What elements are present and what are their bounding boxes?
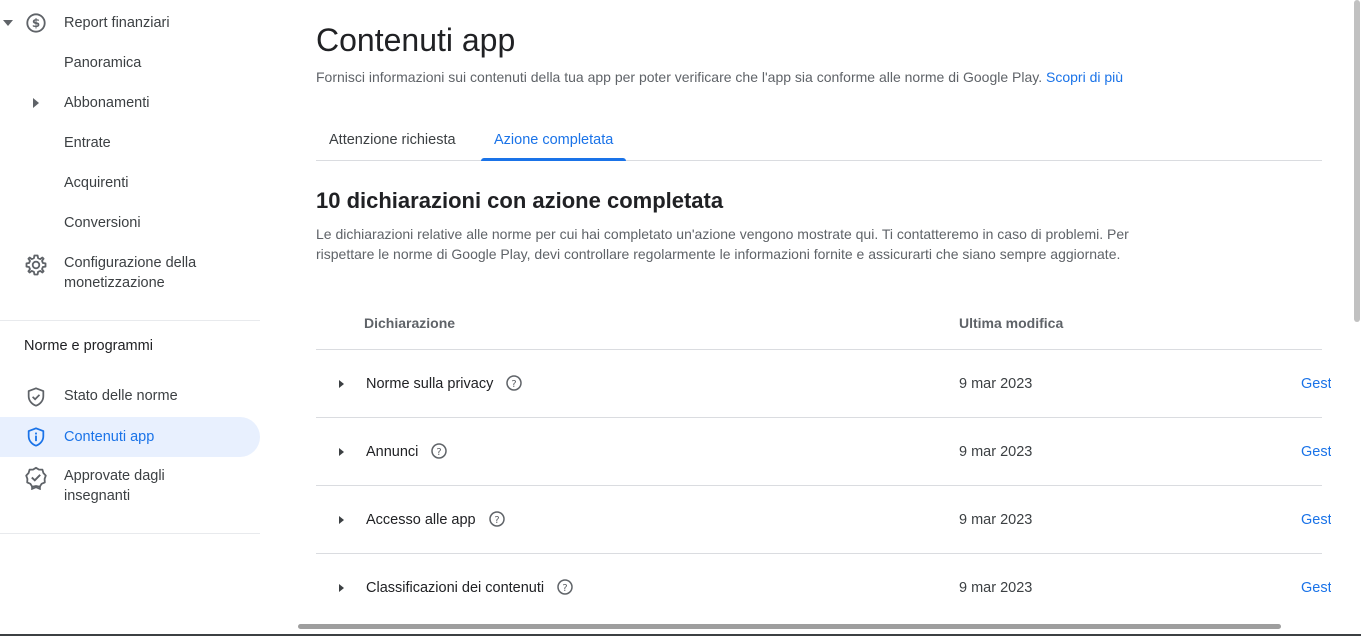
declaration-label: Annunci	[366, 444, 419, 460]
tab-action-completed[interactable]: Azione completata	[481, 120, 627, 161]
sidebar-item-teacher-approved[interactable]: Approvate dagli insegnanti	[0, 466, 260, 506]
sidebar-item-label: Conversioni	[64, 215, 141, 231]
table-row[interactable]: Accesso alle app ? 9 mar 2023 Gestisci	[316, 486, 1331, 554]
vertical-scrollbar-thumb[interactable]	[1354, 0, 1360, 322]
help-icon[interactable]: ?	[556, 578, 574, 596]
page-subtitle: Fornisci informazioni sui contenuti dell…	[316, 67, 1123, 87]
declaration-name: Annunci ?	[366, 442, 448, 462]
horizontal-scrollbar-thumb[interactable]	[298, 624, 1281, 629]
sidebar-item-label: Panoramica	[64, 55, 142, 71]
manage-link[interactable]: Gestisci	[1301, 374, 1331, 394]
help-icon[interactable]: ?	[430, 442, 448, 460]
label-line: monetizzazione	[64, 275, 165, 291]
svg-text:?: ?	[437, 447, 442, 458]
sidebar-item-label: Stato delle norme	[64, 388, 178, 404]
shield-check-icon	[24, 385, 48, 409]
svg-text:$: $	[32, 16, 40, 30]
help-icon[interactable]: ?	[488, 510, 506, 528]
expand-arrow-icon[interactable]	[334, 442, 350, 462]
shield-info-icon	[24, 425, 48, 449]
section-description: Le dichiarazioni relative alle norme per…	[316, 224, 1176, 264]
column-header-declaration[interactable]: Dichiarazione	[364, 313, 455, 333]
page-title: Contenuti app	[316, 22, 516, 58]
table-row[interactable]: Norme sulla privacy ? 9 mar 2023 Gestisc…	[316, 350, 1331, 418]
manage-link[interactable]: Gestisci	[1301, 442, 1331, 462]
sidebar-item-buyers[interactable]: Acquirenti	[0, 173, 260, 193]
declaration-name: Accesso alle app ?	[366, 510, 506, 530]
manage-link[interactable]: Gestisci	[1301, 578, 1331, 598]
declaration-name: Classificazioni dei contenuti ?	[366, 578, 574, 598]
sidebar: $ Report finanziari Panoramica Abbonamen…	[0, 0, 260, 636]
declarations-table: Dichiarazione Ultima modifica Norme sull…	[316, 296, 1331, 622]
sidebar-item-subscriptions[interactable]: Abbonamenti	[0, 93, 260, 113]
description-line: Le dichiarazioni relative alle norme per…	[316, 226, 1129, 242]
expand-arrow-icon[interactable]	[334, 578, 350, 598]
badge-check-icon	[24, 466, 48, 490]
table-header: Dichiarazione Ultima modifica	[316, 296, 1322, 350]
sidebar-item-label: Approvate dagli insegnanti	[64, 466, 165, 506]
gear-icon	[24, 253, 48, 277]
sidebar-item-label: Contenuti app	[64, 429, 155, 445]
vertical-scrollbar[interactable]	[1353, 0, 1361, 636]
sidebar-divider	[0, 320, 260, 321]
sidebar-divider	[0, 533, 260, 534]
sidebar-item-overview[interactable]: Panoramica	[0, 53, 260, 73]
help-icon[interactable]: ?	[505, 374, 523, 392]
chevron-down-icon[interactable]	[3, 18, 13, 28]
declaration-name: Norme sulla privacy ?	[366, 374, 523, 394]
sidebar-item-label: Entrate	[64, 135, 111, 151]
label-line: Configurazione della	[64, 255, 197, 271]
tab-attention-required[interactable]: Attenzione richiesta	[316, 120, 469, 160]
table-row[interactable]: Classificazioni dei contenuti ? 9 mar 20…	[316, 554, 1331, 622]
description-line: rispettare le norme di Google Play, devi…	[316, 246, 1121, 262]
expand-arrow-icon[interactable]	[334, 374, 350, 394]
declaration-label: Norme sulla privacy	[366, 376, 494, 392]
tab-bar: Attenzione richiesta Azione completata	[316, 120, 1322, 161]
column-header-last-modified[interactable]: Ultima modifica	[959, 313, 1063, 333]
sidebar-item-conversions[interactable]: Conversioni	[0, 213, 260, 233]
table-row[interactable]: Annunci ? 9 mar 2023 Gestisci	[316, 418, 1331, 486]
learn-more-link[interactable]: Scopri di più	[1046, 69, 1123, 85]
label-line: insegnanti	[64, 488, 131, 504]
sidebar-item-label: Abbonamenti	[64, 95, 150, 111]
last-modified-date: 9 mar 2023	[959, 512, 1033, 528]
sidebar-item-revenue[interactable]: Entrate	[0, 133, 260, 153]
sidebar-item-policy-status[interactable]: Stato delle norme	[0, 385, 260, 409]
dollar-circle-icon: $	[24, 11, 48, 35]
declaration-label: Classificazioni dei contenuti	[366, 580, 545, 596]
sidebar-item-label: Configurazione della monetizzazione	[64, 253, 196, 293]
horizontal-scrollbar[interactable]	[0, 621, 1361, 636]
svg-text:?: ?	[494, 515, 499, 526]
last-modified-date: 9 mar 2023	[959, 376, 1033, 392]
last-modified-date: 9 mar 2023	[959, 444, 1033, 460]
sidebar-item-financial-reports[interactable]: $ Report finanziari	[0, 13, 260, 33]
subtitle-text: Fornisci informazioni sui contenuti dell…	[316, 69, 1043, 85]
label-line: Approvate dagli	[64, 468, 165, 484]
sidebar-item-label: Report finanziari	[64, 15, 170, 31]
expand-arrow-icon[interactable]	[334, 510, 350, 530]
app-content-page: $ Report finanziari Panoramica Abbonamen…	[0, 0, 1361, 636]
chevron-right-icon[interactable]	[31, 98, 41, 108]
section-title: 10 dichiarazioni con azione completata	[316, 188, 724, 213]
sidebar-item-label: Acquirenti	[64, 175, 129, 191]
sidebar-item-monetization-setup[interactable]: Configurazione della monetizzazione	[0, 253, 260, 293]
manage-link[interactable]: Gestisci	[1301, 510, 1331, 530]
svg-text:?: ?	[563, 583, 568, 594]
last-modified-date: 9 mar 2023	[959, 580, 1033, 596]
declaration-label: Accesso alle app	[366, 512, 476, 528]
sidebar-item-app-content[interactable]: Contenuti app	[0, 417, 260, 457]
svg-text:?: ?	[512, 379, 517, 390]
sidebar-section-title: Norme e programmi	[24, 338, 153, 354]
